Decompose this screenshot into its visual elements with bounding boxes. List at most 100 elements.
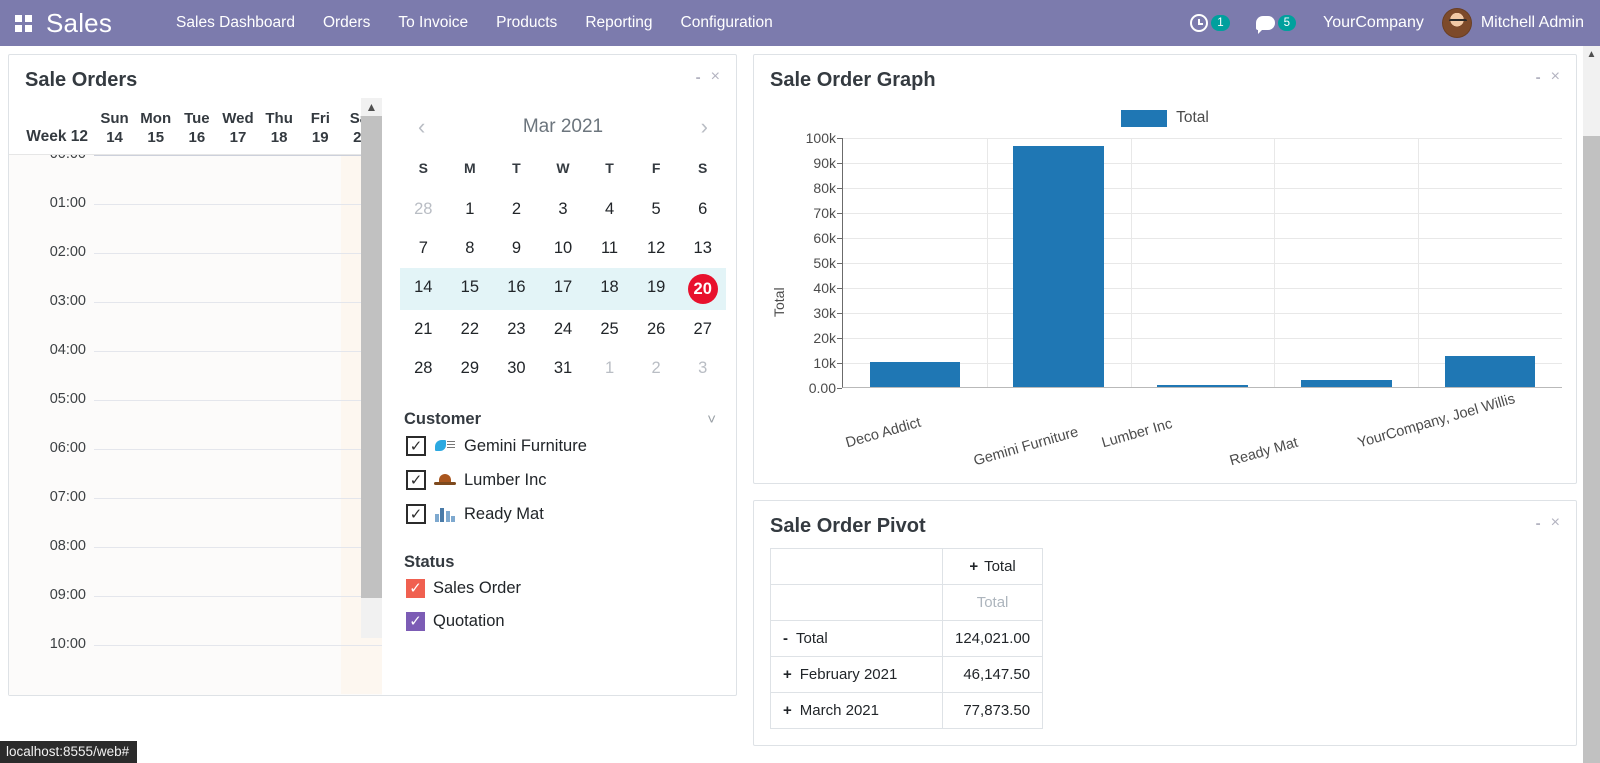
calendar-cell[interactable] <box>94 351 135 400</box>
mini-calendar-week-row[interactable]: 78910111213 <box>400 229 726 268</box>
menu-item-reporting[interactable]: Reporting <box>571 0 666 46</box>
messages-menu[interactable]: 5 <box>1243 0 1309 46</box>
day-header-mon[interactable]: Mon 15 <box>135 110 176 148</box>
mini-calendar-week-row[interactable]: 21222324252627 <box>400 310 726 349</box>
mini-calendar-day[interactable]: 9 <box>493 229 540 268</box>
close-icon[interactable]: × <box>1551 515 1560 531</box>
chart-bar[interactable] <box>1445 356 1536 388</box>
mini-calendar-day[interactable]: 3 <box>679 349 726 388</box>
calendar-cell[interactable] <box>300 204 341 253</box>
calendar-cell[interactable] <box>176 253 217 302</box>
menu-item-to-invoice[interactable]: To Invoice <box>384 0 482 46</box>
calendar-cell[interactable] <box>135 547 176 596</box>
pivot-row-header[interactable]: -Total <box>771 621 943 657</box>
mini-calendar-week-row[interactable]: 14151617181920 <box>400 268 726 310</box>
mini-calendar-day[interactable]: 1 <box>586 349 633 388</box>
calendar-cell[interactable] <box>94 400 135 449</box>
mini-calendar-day[interactable]: 25 <box>586 310 633 349</box>
calendar-cell[interactable] <box>135 204 176 253</box>
calendar-cell[interactable] <box>94 204 135 253</box>
pivot-col-header-total[interactable]: +Total <box>943 549 1043 585</box>
user-menu[interactable]: Mitchell Admin <box>1438 8 1584 38</box>
mini-calendar-day[interactable]: 14 <box>400 268 447 310</box>
mini-calendar-day[interactable]: 11 <box>586 229 633 268</box>
pivot-row-header[interactable]: +March 2021 <box>771 693 943 729</box>
calendar-cell[interactable] <box>300 155 341 204</box>
calendar-cell[interactable] <box>217 596 258 645</box>
calendar-cell[interactable] <box>300 400 341 449</box>
mini-calendar-day[interactable]: 4 <box>586 190 633 229</box>
calendar-cell[interactable] <box>217 498 258 547</box>
mini-calendar-day[interactable]: 10 <box>540 229 587 268</box>
checkbox-lumber-inc[interactable]: ✓ <box>406 470 426 490</box>
company-switcher[interactable]: YourCompany <box>1309 14 1438 32</box>
calendar-cell[interactable] <box>135 302 176 351</box>
day-header-fri[interactable]: Fri 19 <box>300 110 341 148</box>
day-header-tue[interactable]: Tue 16 <box>176 110 217 148</box>
calendar-cell[interactable] <box>135 645 176 694</box>
chevron-right-icon[interactable]: › <box>693 116 716 138</box>
calendar-cell[interactable] <box>300 547 341 596</box>
mini-calendar-day[interactable]: 26 <box>633 310 680 349</box>
calendar-cell[interactable] <box>94 449 135 498</box>
calendar-cell[interactable] <box>217 253 258 302</box>
mini-calendar-day[interactable]: 1 <box>447 190 494 229</box>
calendar-cell[interactable] <box>259 155 300 204</box>
filter-item-sales-order[interactable]: ✓ Sales Order <box>404 572 722 605</box>
chart-bar[interactable] <box>1157 385 1248 387</box>
calendar-cell[interactable] <box>300 302 341 351</box>
calendar-cell[interactable] <box>259 400 300 449</box>
mini-calendar-day[interactable]: 18 <box>586 268 633 310</box>
calendar-cell[interactable] <box>217 155 258 204</box>
checkbox-quotation[interactable]: ✓ <box>406 612 425 631</box>
mini-calendar-day[interactable]: 22 <box>447 310 494 349</box>
apps-menu-toggle[interactable] <box>0 0 46 46</box>
scrollbar-thumb[interactable] <box>1583 136 1600 763</box>
calendar-cell[interactable] <box>135 449 176 498</box>
calendar-cell[interactable] <box>94 302 135 351</box>
calendar-cell[interactable] <box>94 155 135 204</box>
mini-calendar-day[interactable]: 2 <box>493 190 540 229</box>
mini-calendar-day[interactable]: 23 <box>493 310 540 349</box>
mini-calendar-day[interactable]: 19 <box>633 268 680 310</box>
mini-calendar-day[interactable]: 30 <box>493 349 540 388</box>
checkbox-sales-order[interactable]: ✓ <box>406 579 425 598</box>
calendar-time-grid[interactable]: 00:0001:0002:0003:0004:0005:0006:0007:00… <box>9 155 382 695</box>
calendar-scrollbar[interactable]: ▲ <box>361 98 382 638</box>
calendar-cell[interactable] <box>135 351 176 400</box>
calendar-cell[interactable] <box>176 302 217 351</box>
calendar-cell[interactable] <box>217 645 258 694</box>
mini-calendar-day[interactable]: 31 <box>540 349 587 388</box>
mini-calendar-day[interactable]: 27 <box>679 310 726 349</box>
mini-calendar-day[interactable]: 5 <box>633 190 680 229</box>
mini-calendar-day[interactable]: 7 <box>400 229 447 268</box>
mini-calendar-day[interactable]: 29 <box>447 349 494 388</box>
day-header-thu[interactable]: Thu 18 <box>259 110 300 148</box>
calendar-cell[interactable] <box>176 449 217 498</box>
checkbox-ready-mat[interactable]: ✓ <box>406 504 426 524</box>
mini-calendar-day[interactable]: 3 <box>540 190 587 229</box>
filter-item-gemini-furniture[interactable]: ✓ Gemini Furniture <box>404 429 722 463</box>
page-scrollbar[interactable]: ▲ <box>1583 46 1600 763</box>
calendar-cell[interactable] <box>259 253 300 302</box>
mini-calendar-day[interactable]: 16 <box>493 268 540 310</box>
calendar-cell[interactable] <box>341 645 382 694</box>
menu-item-products[interactable]: Products <box>482 0 571 46</box>
mini-calendar-day[interactable]: 24 <box>540 310 587 349</box>
mini-calendar-day[interactable]: 12 <box>633 229 680 268</box>
minimize-icon[interactable]: - <box>1536 70 1541 85</box>
calendar-cell[interactable] <box>176 204 217 253</box>
calendar-cell[interactable] <box>259 645 300 694</box>
filter-item-ready-mat[interactable]: ✓ Ready Mat <box>404 497 722 531</box>
mini-calendar-day[interactable]: 8 <box>447 229 494 268</box>
calendar-cell[interactable] <box>94 596 135 645</box>
close-icon[interactable]: × <box>1551 69 1560 85</box>
calendar-cell[interactable] <box>135 498 176 547</box>
minimize-icon[interactable]: - <box>696 70 701 85</box>
calendar-cell[interactable] <box>176 596 217 645</box>
calendar-cell[interactable] <box>259 449 300 498</box>
pivot-row-header[interactable]: +February 2021 <box>771 657 943 693</box>
menu-item-configuration[interactable]: Configuration <box>667 0 787 46</box>
calendar-cell[interactable] <box>176 498 217 547</box>
calendar-cell[interactable] <box>217 449 258 498</box>
